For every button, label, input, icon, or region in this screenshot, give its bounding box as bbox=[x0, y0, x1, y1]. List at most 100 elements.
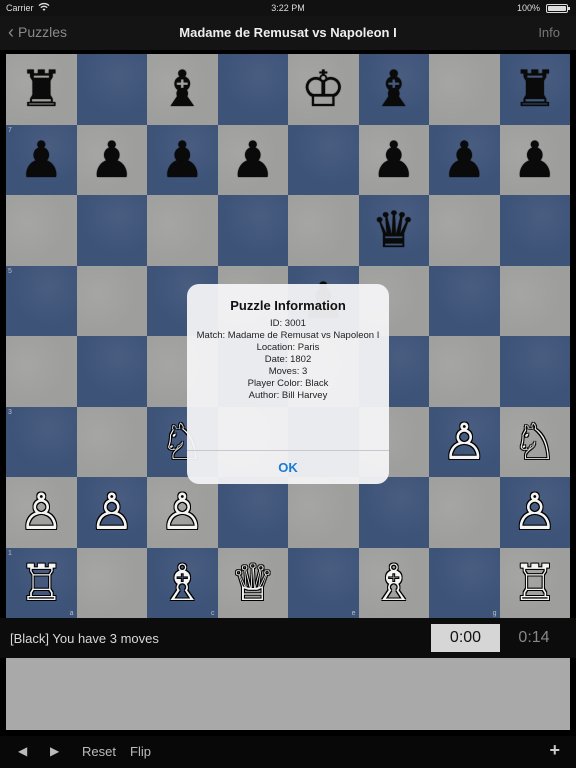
file-label: c bbox=[211, 610, 215, 617]
board-square[interactable]: ♙ bbox=[76, 477, 147, 548]
board-square[interactable]: ♙ bbox=[499, 477, 570, 548]
back-button[interactable]: ‹ Puzzles bbox=[8, 22, 67, 42]
dialog-title: Puzzle Information bbox=[230, 298, 346, 313]
board-square[interactable]: ♗ bbox=[358, 547, 429, 618]
battery-percent: 100% bbox=[516, 3, 540, 13]
board-square[interactable] bbox=[217, 195, 288, 266]
ok-button[interactable]: OK bbox=[187, 451, 389, 484]
board-square[interactable] bbox=[288, 195, 359, 266]
board-square[interactable]: ♝ bbox=[358, 54, 429, 125]
chess-piece[interactable]: ♟ bbox=[19, 135, 64, 185]
board-square[interactable]: ♟ bbox=[76, 124, 147, 195]
board-square[interactable]: ♟ 7 bbox=[6, 124, 77, 195]
board-square[interactable]: ♝ bbox=[147, 54, 218, 125]
next-move-button[interactable]: ▶ bbox=[50, 744, 59, 758]
chess-piece[interactable]: ♖ bbox=[512, 558, 557, 608]
board-square[interactable] bbox=[76, 406, 147, 477]
puzzle-date: Date: 1802 bbox=[264, 354, 312, 365]
chess-piece[interactable]: ♕ bbox=[230, 558, 275, 608]
chess-piece[interactable]: ♛ bbox=[371, 205, 416, 255]
board-square[interactable] bbox=[288, 124, 359, 195]
chess-piece[interactable]: ♝ bbox=[160, 64, 205, 114]
board-square[interactable] bbox=[6, 336, 77, 407]
board-square[interactable]: ♗ c bbox=[147, 547, 218, 618]
clock-active: 0:00 bbox=[431, 624, 500, 652]
board-square[interactable] bbox=[429, 477, 500, 548]
board-square[interactable]: ♜ bbox=[6, 54, 77, 125]
reset-button[interactable]: Reset bbox=[82, 744, 116, 759]
board-square[interactable] bbox=[76, 265, 147, 336]
board-square[interactable]: ♛ bbox=[358, 195, 429, 266]
puzzle-info-dialog: Puzzle Information ID: 3001 Match: Madam… bbox=[187, 284, 389, 484]
board-square[interactable] bbox=[429, 336, 500, 407]
board-square[interactable] bbox=[147, 195, 218, 266]
board-square[interactable] bbox=[217, 477, 288, 548]
chess-piece[interactable]: ♗ bbox=[160, 558, 205, 608]
board-square[interactable] bbox=[76, 547, 147, 618]
board-square[interactable]: ♙ bbox=[6, 477, 77, 548]
board-square[interactable] bbox=[76, 336, 147, 407]
board-square[interactable]: ♟ bbox=[429, 124, 500, 195]
board-square[interactable]: ♟ bbox=[217, 124, 288, 195]
chess-piece[interactable]: ♘ bbox=[512, 417, 557, 467]
board-square[interactable]: ♟ bbox=[499, 124, 570, 195]
board-square[interactable]: ♕ bbox=[217, 547, 288, 618]
puzzle-id: ID: 3001 bbox=[270, 318, 306, 329]
board-square[interactable]: ♖ 1 a bbox=[6, 547, 77, 618]
chess-piece[interactable]: ♟ bbox=[89, 135, 134, 185]
board-square[interactable] bbox=[429, 54, 500, 125]
board-square[interactable]: e bbox=[288, 547, 359, 618]
board-square[interactable] bbox=[499, 336, 570, 407]
chess-piece[interactable]: ♙ bbox=[512, 487, 557, 537]
chess-piece[interactable]: ♙ bbox=[89, 487, 134, 537]
chess-piece[interactable]: ♜ bbox=[512, 64, 557, 114]
board-square[interactable]: 5 bbox=[6, 265, 77, 336]
board-square[interactable] bbox=[429, 265, 500, 336]
board-square[interactable]: ♙ bbox=[147, 477, 218, 548]
rank-label: 3 bbox=[8, 408, 12, 416]
board-square[interactable]: g bbox=[429, 547, 500, 618]
chess-piece[interactable]: ♖ bbox=[19, 558, 64, 608]
chess-piece[interactable]: ♟ bbox=[512, 135, 557, 185]
chess-piece[interactable]: ♟ bbox=[160, 135, 205, 185]
previous-move-button[interactable]: ◀ bbox=[18, 744, 27, 758]
puzzle-match: Match: Madame de Remusat vs Napoleon I bbox=[196, 330, 380, 341]
board-square[interactable]: ♔ bbox=[288, 54, 359, 125]
board-square[interactable]: ♜ bbox=[499, 54, 570, 125]
chess-piece[interactable]: ♟ bbox=[230, 135, 275, 185]
info-button[interactable]: Info bbox=[538, 25, 560, 40]
chess-piece[interactable]: ♙ bbox=[160, 487, 205, 537]
board-square[interactable]: ♟ bbox=[147, 124, 218, 195]
chess-piece[interactable]: ♙ bbox=[19, 487, 64, 537]
board-square[interactable] bbox=[76, 195, 147, 266]
chess-piece[interactable]: ♟ bbox=[371, 135, 416, 185]
board-square[interactable] bbox=[358, 477, 429, 548]
chess-piece[interactable]: ♜ bbox=[19, 64, 64, 114]
board-square[interactable] bbox=[288, 477, 359, 548]
board-square[interactable]: ♙ bbox=[429, 406, 500, 477]
board-square[interactable]: ♖ bbox=[499, 547, 570, 618]
board-square[interactable] bbox=[499, 265, 570, 336]
chess-piece[interactable]: ♟ bbox=[442, 135, 487, 185]
board-square[interactable] bbox=[499, 195, 570, 266]
chess-piece[interactable]: ♝ bbox=[371, 64, 416, 114]
board-square[interactable] bbox=[217, 54, 288, 125]
rank-label: 5 bbox=[8, 267, 12, 275]
status-bar: Carrier 3:22 PM 100% bbox=[0, 0, 576, 16]
rank-label: 7 bbox=[8, 126, 12, 134]
board-square[interactable] bbox=[6, 195, 77, 266]
chevron-left-icon: ‹ bbox=[8, 22, 14, 42]
board-square[interactable] bbox=[429, 195, 500, 266]
flip-button[interactable]: Flip bbox=[130, 744, 151, 759]
board-square[interactable]: 3 bbox=[6, 406, 77, 477]
board-square[interactable] bbox=[76, 54, 147, 125]
board-square[interactable]: ♟ bbox=[358, 124, 429, 195]
notes-area bbox=[6, 658, 570, 730]
add-icon[interactable]: + bbox=[549, 740, 560, 761]
chess-piece[interactable]: ♙ bbox=[442, 417, 487, 467]
chess-piece[interactable]: ♔ bbox=[301, 64, 346, 114]
puzzle-moves: Moves: 3 bbox=[268, 366, 308, 377]
chess-piece[interactable]: ♗ bbox=[371, 558, 416, 608]
board-square[interactable]: ♘ bbox=[499, 406, 570, 477]
dialog-body: ID: 3001 Match: Madame de Remusat vs Nap… bbox=[187, 318, 389, 402]
